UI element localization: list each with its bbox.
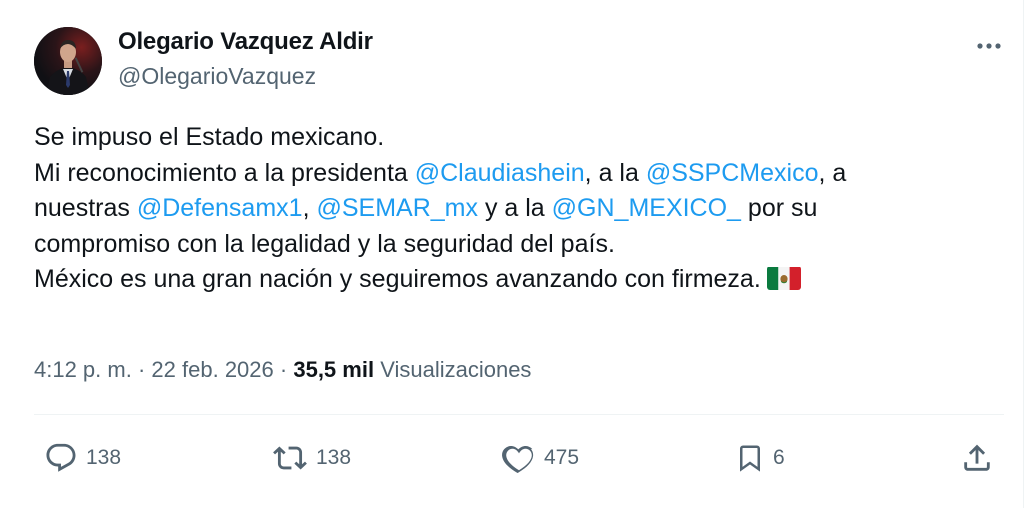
like-button[interactable]: 475 (502, 440, 579, 476)
text-fragment: , (302, 194, 317, 222)
more-horizontal-icon (977, 43, 1001, 49)
mexico-flag-icon (766, 266, 801, 290)
text-fragment: nuestras (34, 194, 137, 222)
mention-semar-mx-link[interactable]: @SEMAR_mx (316, 194, 478, 222)
mention-defensamx1-link[interactable]: @Defensamx1 (137, 194, 303, 222)
views-count: 35,5 mil (293, 357, 375, 382)
text-fragment: Mi reconocimiento a la presidenta (34, 158, 415, 187)
tweet-line-2: Mi reconocimiento a la presidenta @Claud… (34, 156, 994, 192)
author-display-name[interactable]: Olegario Vazquez Aldir (118, 28, 373, 56)
tweet-text: Se impuso el Estado mexicano. Mi reconoc… (34, 120, 994, 298)
tweet-line-3: nuestras @Defensamx1, @SEMAR_mx y a la @… (34, 191, 994, 227)
share-button[interactable] (960, 440, 994, 476)
tweet-line-4: compromiso con la legalidad y la segurid… (34, 229, 615, 258)
mention-gn-mexico-link[interactable]: @GN_MEXICO_ (552, 194, 741, 222)
tweet-time[interactable]: 4:12 p. m. (34, 357, 132, 382)
mention-claudiashein-link[interactable]: @Claudiashein (415, 159, 585, 187)
meta-separator: · (279, 357, 288, 382)
repost-count: 138 (316, 446, 352, 469)
text-fragment: y a la (478, 194, 552, 222)
tweet-line-1: Se impuso el Estado mexicano. (34, 123, 385, 151)
text-fragment: , a la (584, 158, 646, 187)
repost-button[interactable]: 138 (272, 440, 351, 476)
meta-separator: · (137, 357, 146, 382)
reply-button[interactable]: 138 (44, 440, 121, 476)
mention-sspcmexico-link[interactable]: @SSPCMexico (646, 159, 819, 187)
tweet-date[interactable]: 22 feb. 2026 (151, 357, 273, 382)
heart-icon (502, 445, 534, 474)
text-fragment: , a (818, 158, 847, 187)
more-options-button[interactable] (972, 34, 1006, 58)
tweet-line-5: México es una gran nación y seguiremos a… (34, 262, 994, 298)
share-icon (964, 444, 990, 471)
like-count: 475 (544, 446, 580, 469)
author-avatar[interactable] (34, 27, 102, 95)
bookmark-button[interactable]: 6 (735, 440, 785, 476)
views-label[interactable]: Visualizaciones (380, 357, 531, 382)
author-handle[interactable]: @OlegarioVazquez (118, 63, 316, 90)
tweet-card: Olegario Vazquez Aldir @OlegarioVazquez … (0, 0, 1024, 508)
repost-icon (273, 446, 307, 470)
text-fragment: México es una gran nación y seguiremos a… (34, 265, 761, 293)
divider (34, 414, 1004, 415)
reply-icon (46, 443, 76, 472)
text-fragment: por su (740, 194, 818, 222)
bookmark-icon (740, 445, 760, 472)
bookmark-count: 6 (773, 446, 785, 469)
tweet-meta: 4:12 p. m. · 22 feb. 2026 · 35,5 mil Vis… (34, 357, 531, 383)
reply-count: 138 (86, 446, 122, 469)
